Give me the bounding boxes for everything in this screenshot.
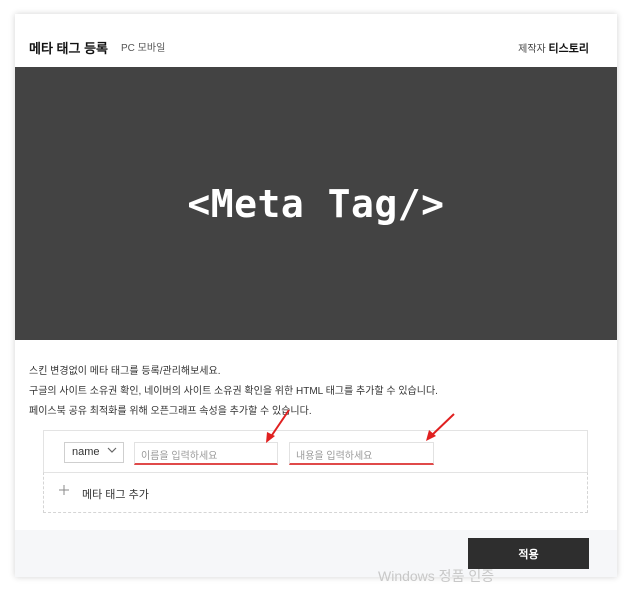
arrow-annotation-icon [266, 409, 290, 443]
attribute-select-value: name [72, 446, 100, 458]
meta-content-input[interactable]: 내용을 입력하세요 [289, 442, 434, 465]
description-line-2: 구글의 사이트 소유권 확인, 네이버의 사이트 소유권 확인을 위한 HTML… [29, 386, 438, 397]
dialog-header: 메타 태그 등록 PC 모바일 제작자 티스토리 [15, 14, 617, 68]
arrow-annotation-icon [426, 413, 455, 441]
banner-text: <Meta Tag/> [187, 181, 445, 226]
maker-prefix: 제작자 [518, 44, 546, 55]
meta-tag-banner: <Meta Tag/> [15, 67, 617, 340]
windows-activation-watermark: Windows 정품 인증 [378, 568, 495, 584]
description-line-3: 페이스북 공유 최적화를 위해 오픈그래프 속성을 추가할 수 있습니다. [29, 406, 312, 417]
meta-content-placeholder: 내용을 입력하세요 [296, 451, 373, 462]
maker-info: 제작자 티스토리 [518, 40, 589, 56]
attribute-select[interactable]: name [64, 442, 124, 463]
meta-name-placeholder: 이름을 입력하세요 [141, 451, 218, 462]
page-title: 메타 태그 등록 [29, 41, 108, 56]
meta-tag-row: name 이름을 입력하세요 내용을 입력하세요 [43, 430, 588, 473]
platform-subtitle: PC 모바일 [121, 43, 166, 54]
description-line-1: 스킨 변경없이 메타 태그를 등록/관리해보세요. [29, 366, 221, 377]
meta-tag-dialog: 메타 태그 등록 PC 모바일 제작자 티스토리 <Meta Tag/> 스킨 … [15, 14, 617, 577]
add-meta-tag-button[interactable]: 메타 태그 추가 [43, 472, 588, 513]
apply-button[interactable]: 적용 [468, 538, 589, 569]
maker-name: 티스토리 [548, 43, 589, 55]
plus-icon [59, 485, 69, 495]
chevron-down-icon [107, 447, 117, 453]
dialog-footer: 적용 [15, 530, 617, 577]
add-meta-tag-label: 메타 태그 추가 [82, 489, 149, 501]
meta-name-input[interactable]: 이름을 입력하세요 [134, 442, 278, 465]
